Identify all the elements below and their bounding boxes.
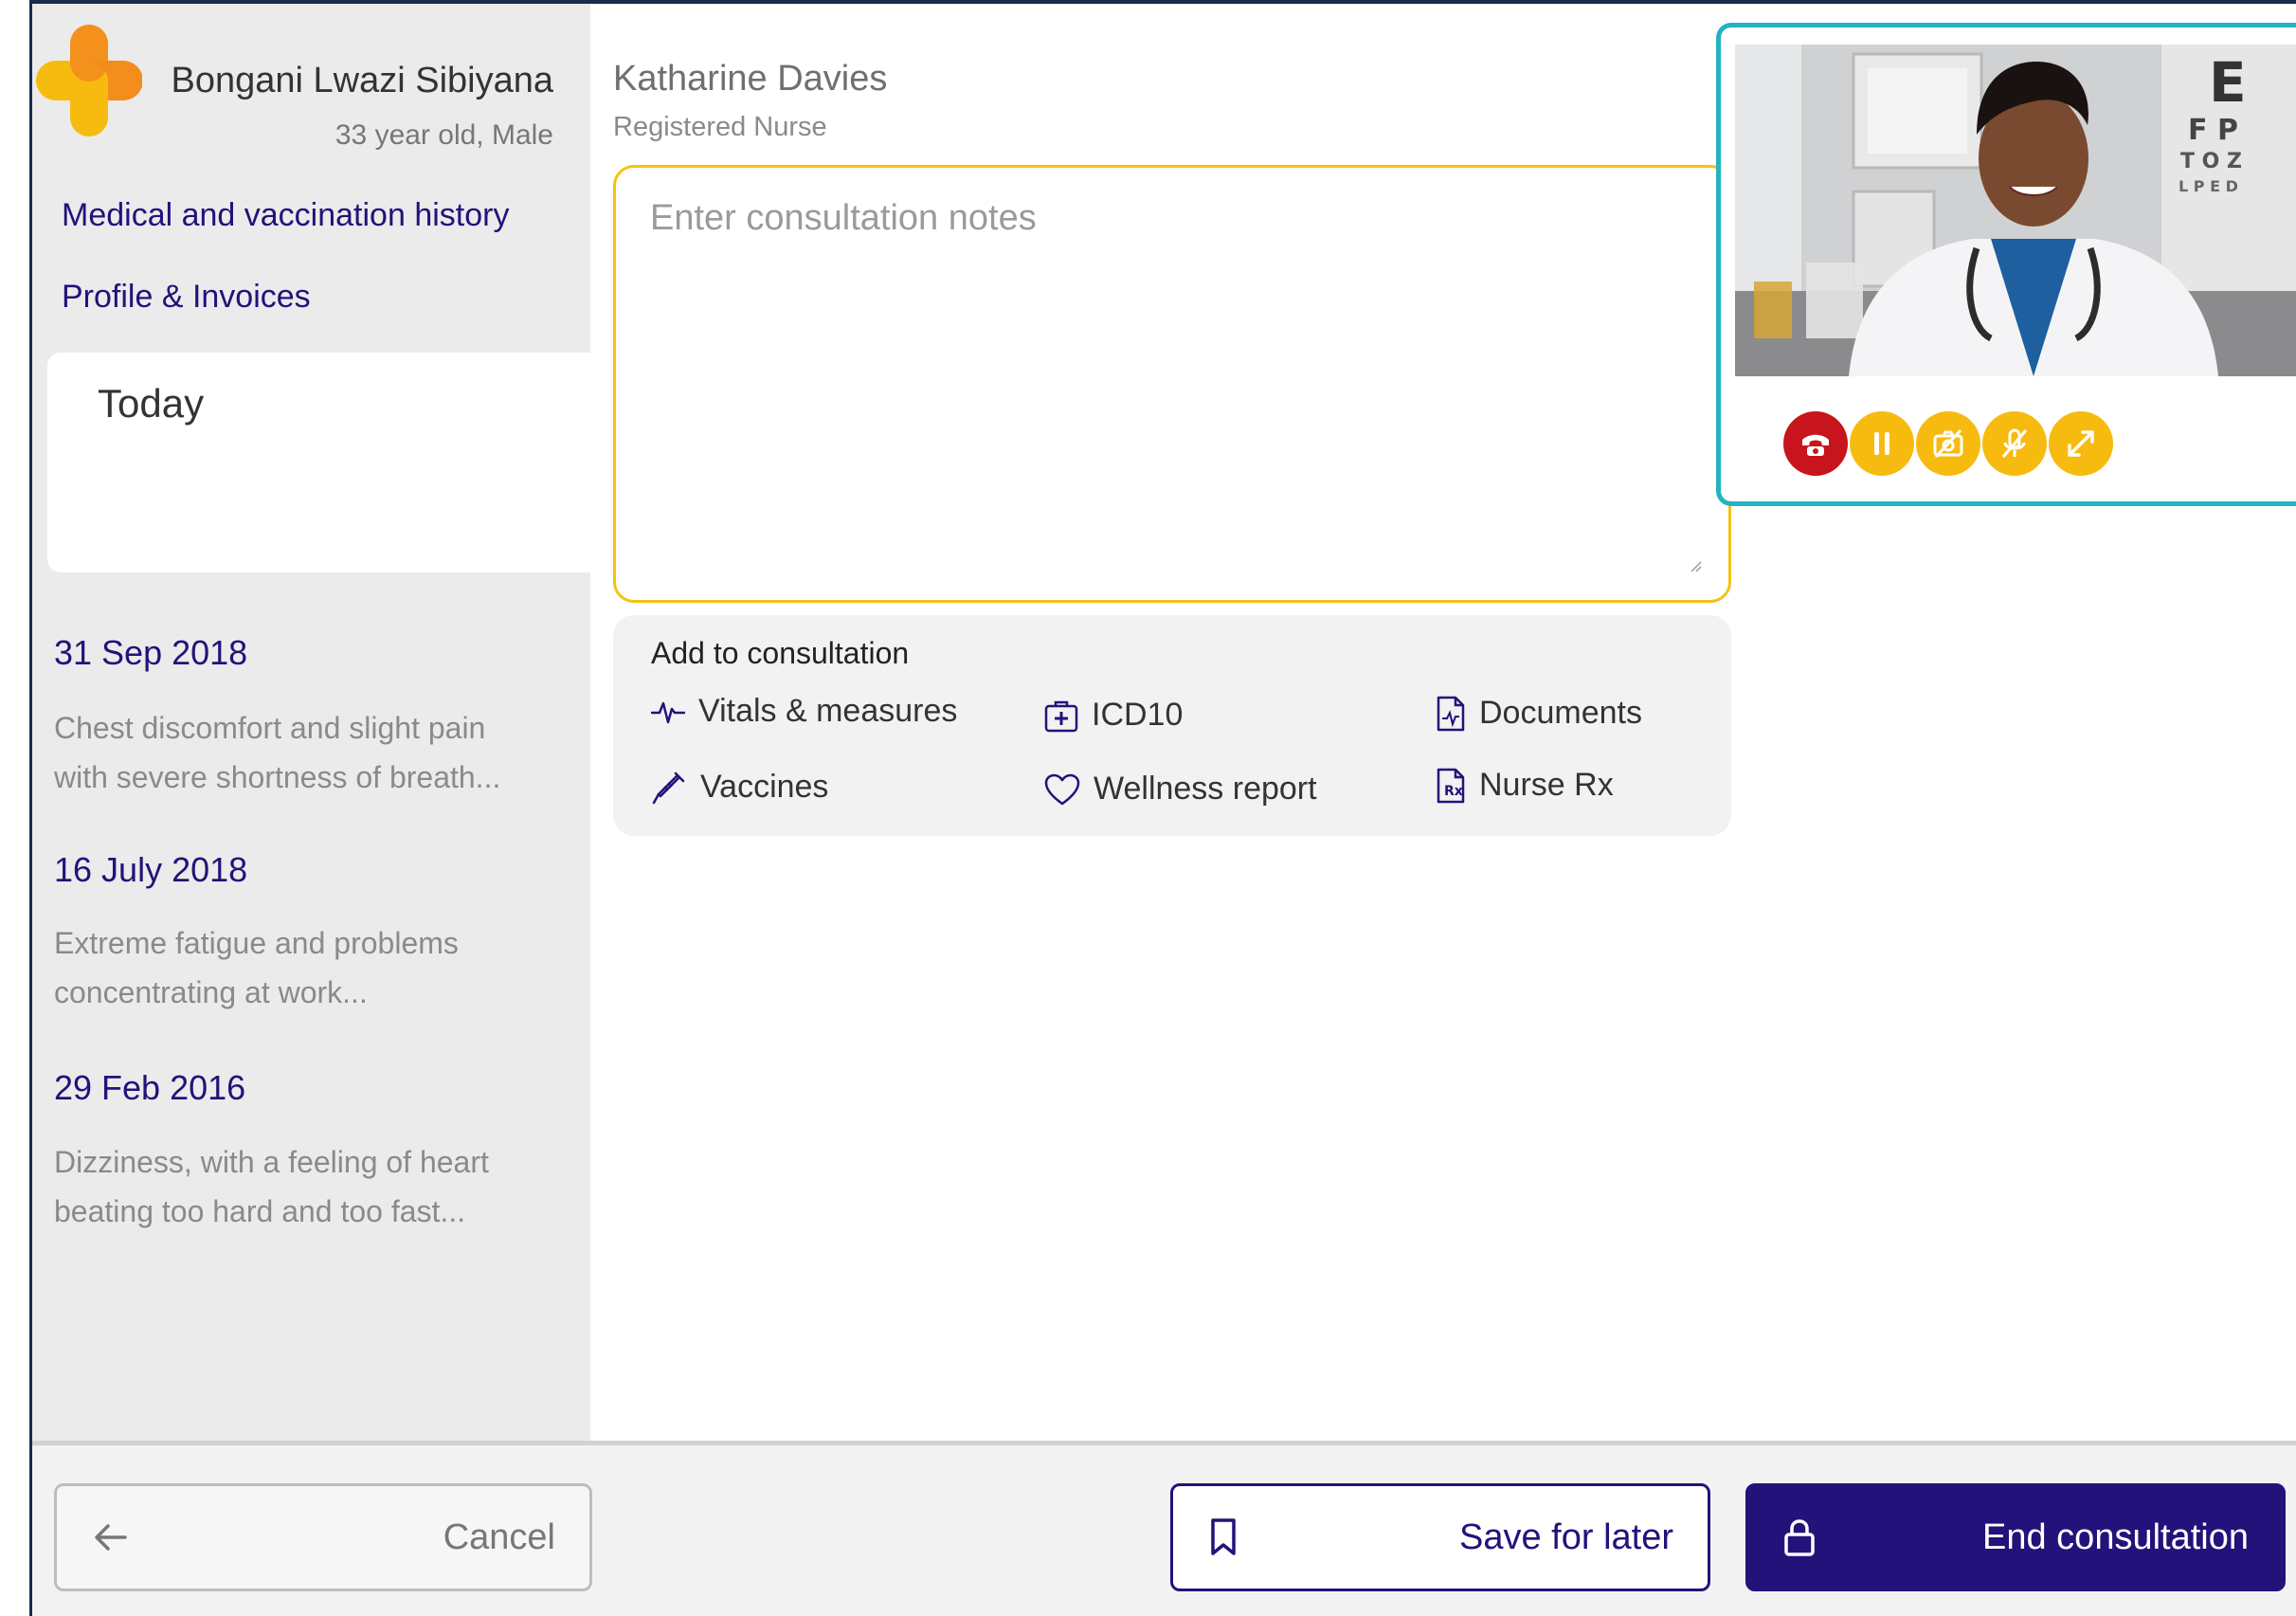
video-call-window: E F P T O Z L P E D <box>1716 23 2296 506</box>
vitals-measures-option[interactable]: Vitals & measures <box>651 693 957 730</box>
cancel-label: Cancel <box>443 1516 555 1557</box>
vaccines-option[interactable]: Vaccines <box>651 769 828 806</box>
arrow-left-icon <box>95 1524 127 1551</box>
nurse-rx-option[interactable]: Rx Nurse Rx <box>1436 767 1614 804</box>
clinician-role: Registered Nurse <box>613 112 827 142</box>
vitals-label: Vitals & measures <box>698 693 958 729</box>
svg-text:T O Z: T O Z <box>2180 150 2242 173</box>
icd10-option[interactable]: ICD10 <box>1044 697 1183 734</box>
history-date[interactable]: 31 Sep 2018 <box>54 633 247 673</box>
heart-icon <box>1044 773 1080 805</box>
vaccines-label: Vaccines <box>700 769 829 805</box>
medical-kit-icon <box>1044 700 1078 732</box>
today-label: Today <box>98 381 205 426</box>
svg-text:L P E D: L P E D <box>2178 177 2238 195</box>
svg-text:E: E <box>2209 50 2247 115</box>
expand-video-button[interactable] <box>2049 411 2113 476</box>
history-date[interactable]: 29 Feb 2016 <box>54 1068 245 1108</box>
documents-label: Documents <box>1479 695 1642 731</box>
document-icon <box>1437 696 1465 731</box>
save-for-later-button[interactable]: Save for later <box>1170 1483 1710 1591</box>
video-feed: E F P T O Z L P E D <box>1735 45 2296 376</box>
end-consultation-button[interactable]: End consultation <box>1745 1483 2286 1591</box>
history-date[interactable]: 16 July 2018 <box>54 850 247 890</box>
nurse-rx-label: Nurse Rx <box>1479 767 1614 803</box>
end-label: End consultation <box>1982 1516 2249 1557</box>
hang-up-button[interactable] <box>1783 411 1848 476</box>
phone-hangup-icon <box>1802 434 1829 456</box>
patient-sidebar: Bongani Lwazi Sibiyana 33 year old, Male… <box>32 4 590 1444</box>
mic-off-icon <box>2001 428 2028 458</box>
wellness-label: Wellness report <box>1094 771 1317 807</box>
consultation-notes-input[interactable] <box>613 165 1731 603</box>
bookmark-icon <box>1211 1518 1236 1555</box>
pause-button[interactable] <box>1850 411 1914 476</box>
resize-grip-icon[interactable] <box>1689 559 1702 572</box>
add-to-consultation-panel: Add to consultation Vitals & measures IC… <box>613 615 1731 836</box>
save-label: Save for later <box>1459 1516 1673 1557</box>
history-summary: Chest discomfort and slight pain with se… <box>54 711 501 794</box>
camera-off-icon <box>1933 428 1963 459</box>
patient-name: Bongani Lwazi Sibiyana <box>171 61 554 100</box>
pause-icon <box>1874 432 1889 455</box>
today-consultation-card[interactable]: Today <box>47 353 590 572</box>
profile-invoices-link[interactable]: Profile & Invoices <box>62 279 311 316</box>
medical-history-link[interactable]: Medical and vaccination history <box>62 197 509 234</box>
add-panel-title: Add to consultation <box>651 636 910 670</box>
history-summary: Extreme fatigue and problems concentrati… <box>54 926 459 1009</box>
lock-icon <box>1784 1519 1815 1556</box>
expand-icon <box>2068 430 2094 457</box>
patient-age-gender: 33 year old, Male <box>334 119 553 151</box>
svg-text:Rx: Rx <box>1444 784 1463 799</box>
icd10-label: ICD10 <box>1092 697 1184 733</box>
syringe-icon <box>652 772 685 804</box>
prescription-icon: Rx <box>1437 768 1465 803</box>
wellness-report-option[interactable]: Wellness report <box>1044 771 1317 808</box>
clinician-name: Katharine Davies <box>613 59 888 99</box>
action-footer: Cancel Save for later End consultation <box>32 1441 2296 1616</box>
mute-button[interactable] <box>1982 411 2047 476</box>
video-image: E F P T O Z L P E D <box>1735 45 2296 376</box>
pulse-icon <box>651 701 685 723</box>
svg-text:F P: F P <box>2188 114 2238 147</box>
cancel-button[interactable]: Cancel <box>54 1483 592 1591</box>
history-summary: Dizziness, with a feeling of heart beati… <box>54 1145 489 1228</box>
documents-option[interactable]: Documents <box>1436 695 1642 732</box>
cross-logo-icon <box>36 25 142 136</box>
camera-toggle-button[interactable] <box>1916 411 1980 476</box>
